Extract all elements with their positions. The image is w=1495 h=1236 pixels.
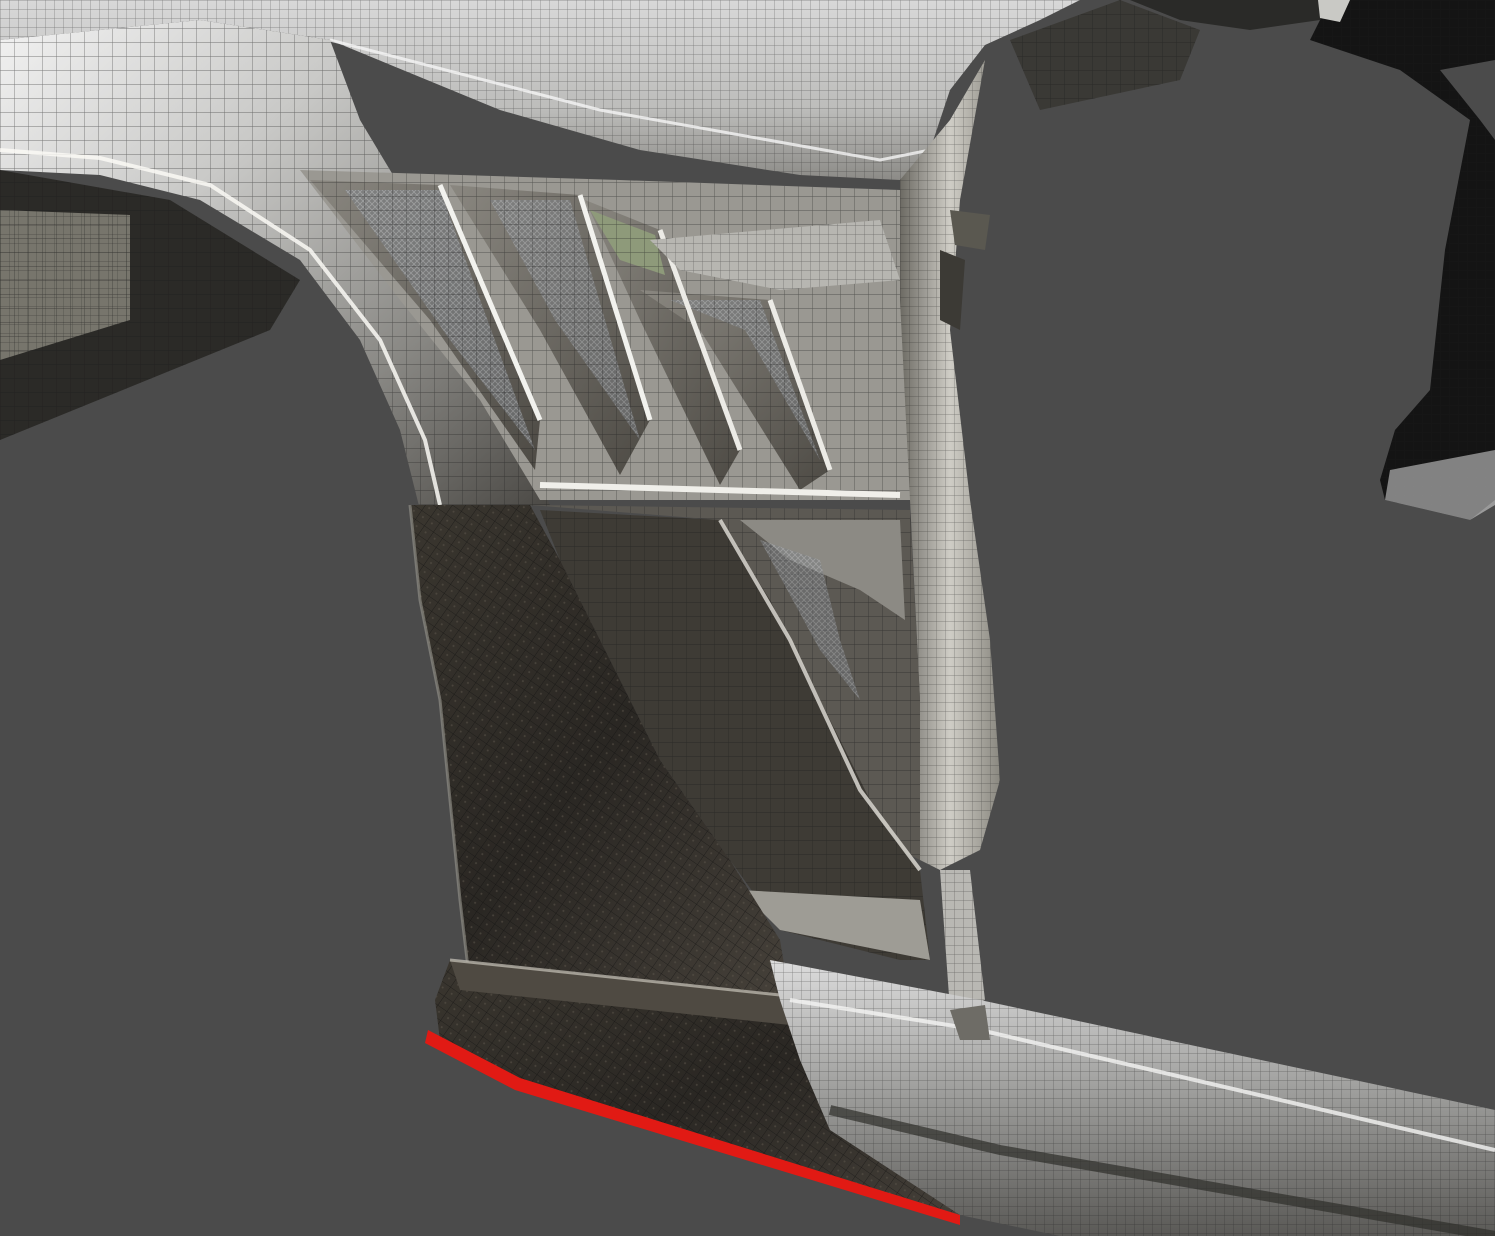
car-fender-render[interactable] <box>0 0 1495 1236</box>
3d-viewport[interactable] <box>0 0 1495 1236</box>
